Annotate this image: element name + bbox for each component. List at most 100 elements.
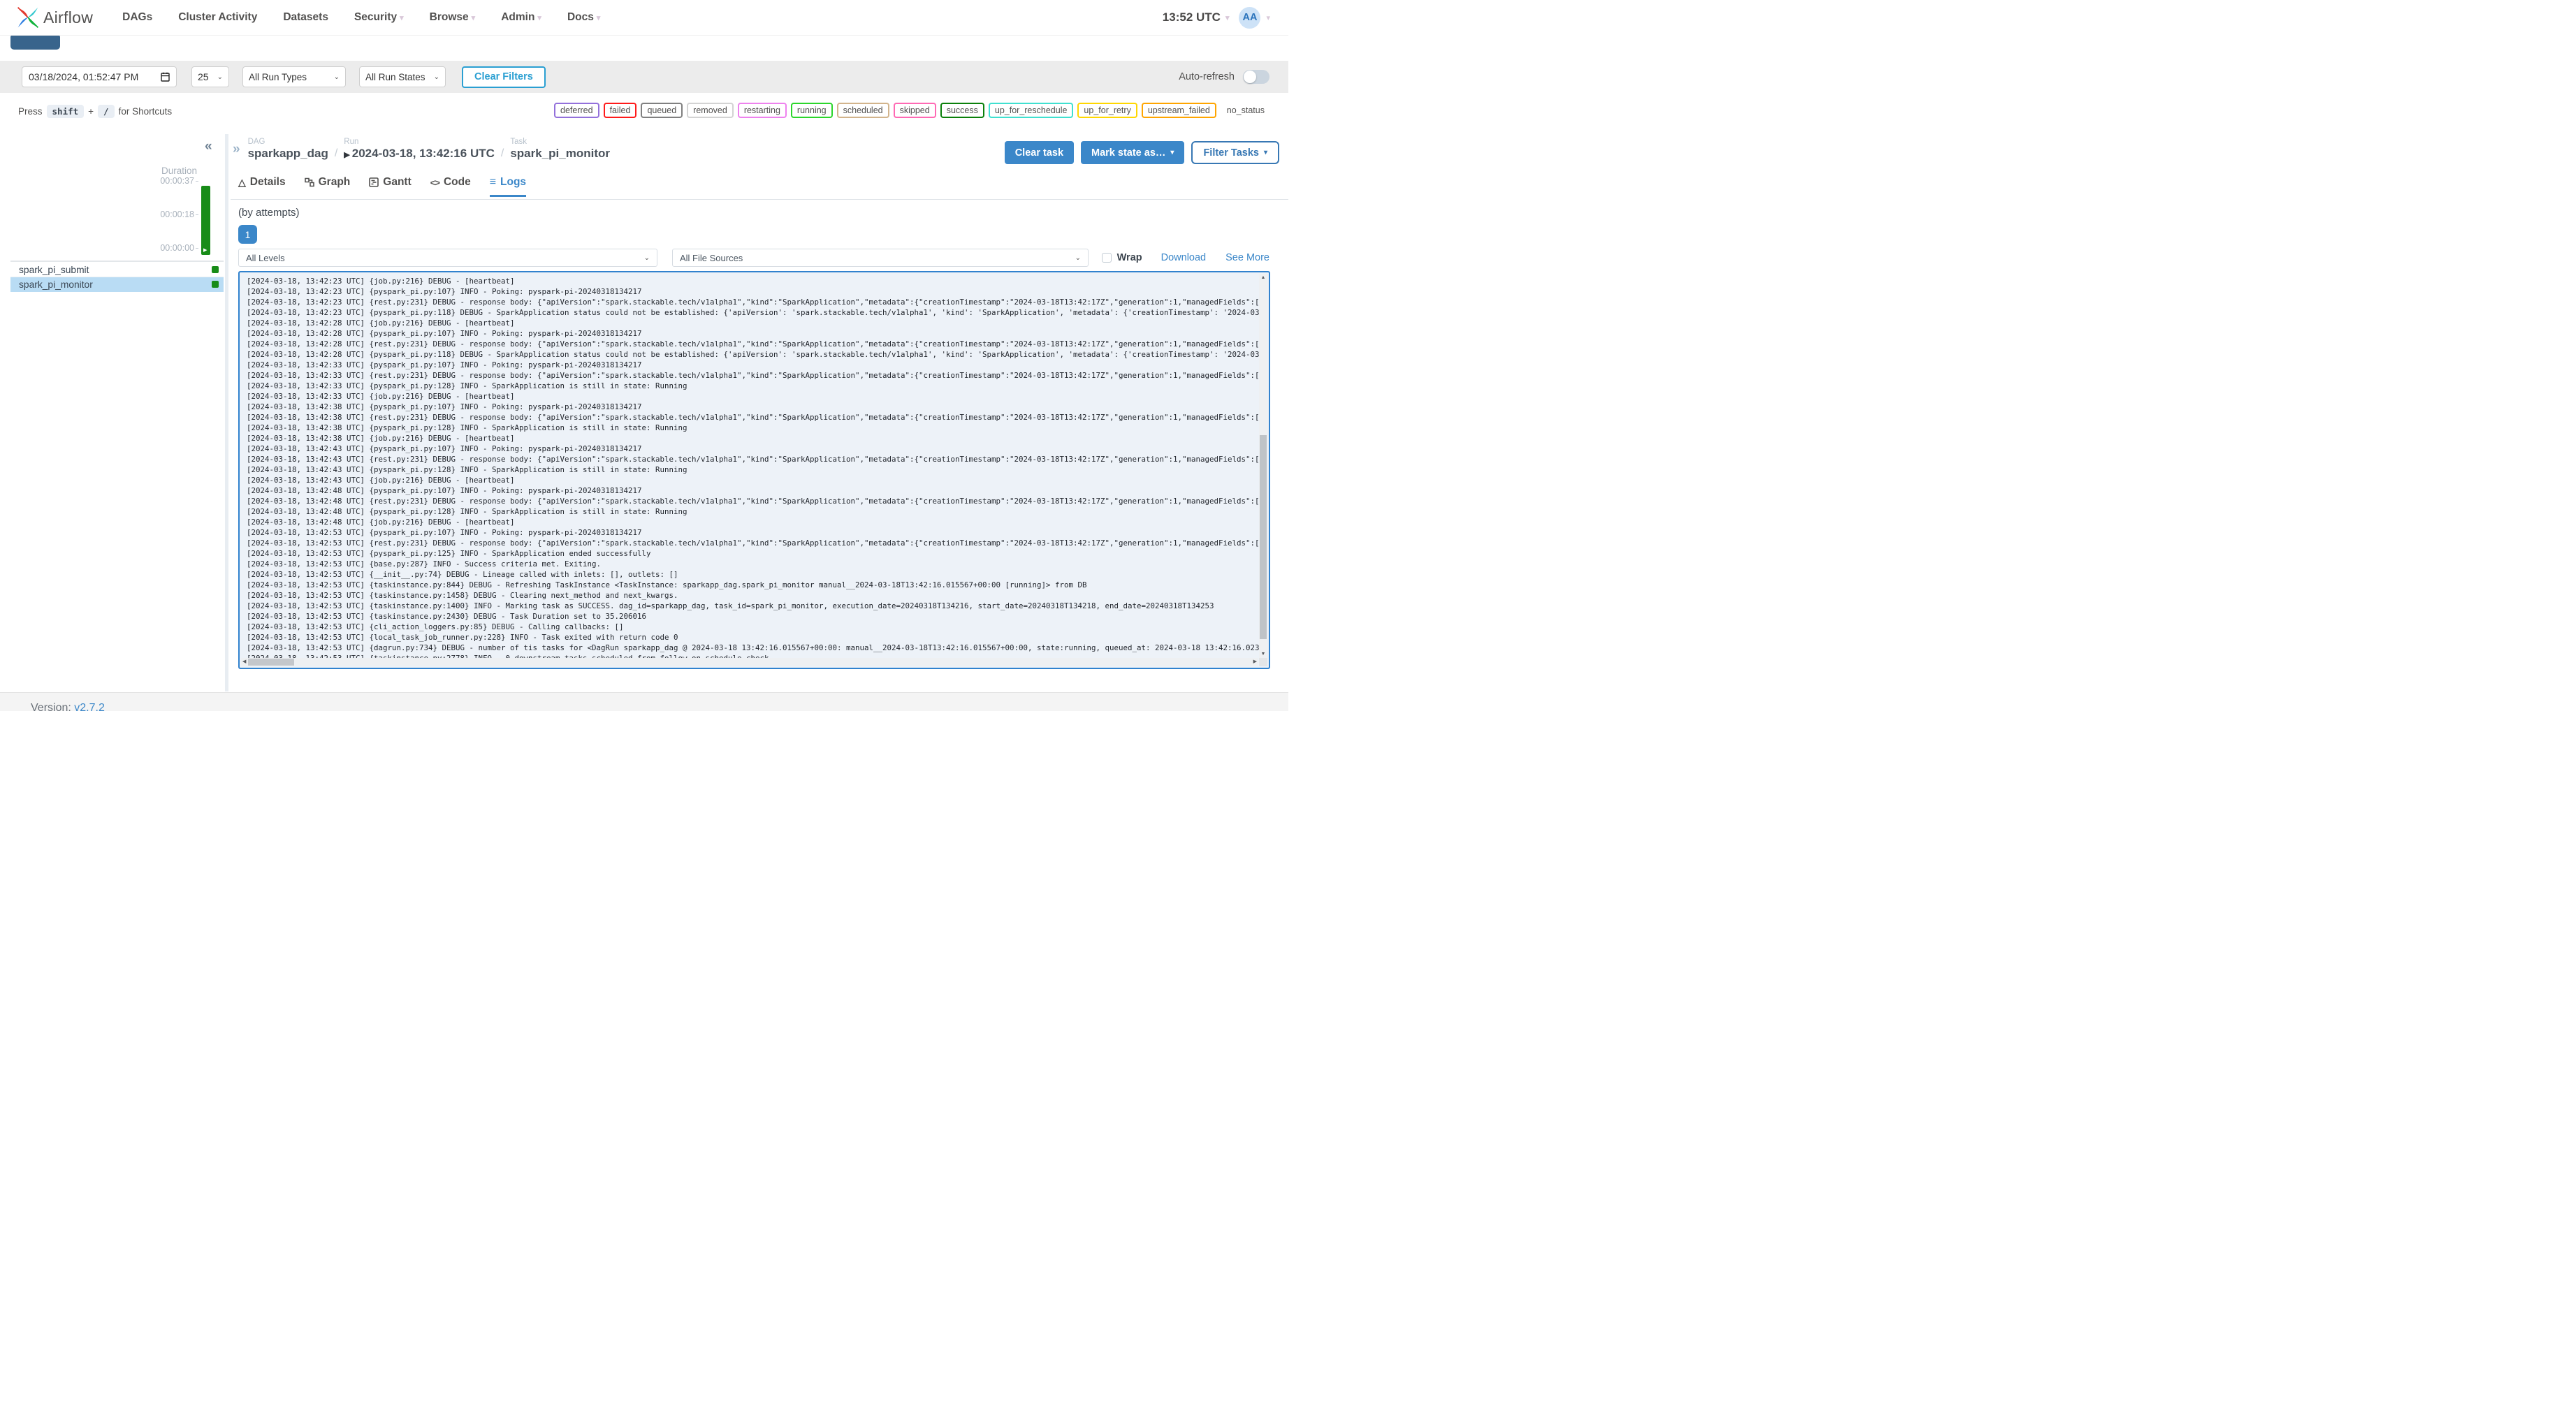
horizontal-scrollbar-thumb[interactable] [248,659,294,666]
duration-tick: 00:00:37 [0,176,198,186]
details-icon: △ [238,177,246,188]
file-sources-select[interactable]: All File Sources ⌄ [672,249,1089,267]
log-line: [2024-03-18, 13:42:48 UTC] {pyspark_pi.p… [247,486,642,495]
nav-dags[interactable]: DAGs [122,11,152,24]
scroll-right-icon[interactable]: ▶ [1253,658,1257,666]
state-badge[interactable]: removed [687,103,734,118]
tab-gantt[interactable]: Gantt [369,176,412,197]
state-badge[interactable]: queued [641,103,683,118]
nav-browse[interactable]: Browse ▾ [430,11,476,24]
nav-cluster-activity[interactable]: Cluster Activity [178,11,257,24]
task-row[interactable]: spark_pi_monitor [10,277,224,292]
log-viewer: [2024-03-18, 13:42:23 UTC] {job.py:216} … [238,271,1270,669]
log-line: [2024-03-18, 13:42:43 UTC] {job.py:216} … [247,476,515,485]
nav-docs[interactable]: Docs ▾ [567,11,600,24]
log-line: [2024-03-18, 13:42:53 UTC] {pyspark_pi.p… [247,549,651,558]
run-states-select[interactable]: All Run States ⌄ [359,66,446,87]
state-badge[interactable]: deferred [554,103,599,118]
log-line: [2024-03-18, 13:42:53 UTC] {taskinstance… [247,580,1087,589]
chevron-down-icon: ▾ [1225,13,1230,22]
log-line: [2024-03-18, 13:42:53 UTC] {cli_action_l… [247,622,624,631]
state-badge[interactable]: success [940,103,984,118]
task-status-square[interactable] [212,281,219,288]
log-line: [2024-03-18, 13:42:53 UTC] {base.py:287}… [247,559,602,569]
clear-task-button[interactable]: Clear task [1004,141,1075,164]
log-line: [2024-03-18, 13:42:53 UTC] {__init__.py:… [247,570,678,579]
clock-menu[interactable]: 13:52 UTC ▾ [1163,10,1230,24]
chevron-down-icon: ⌄ [433,73,439,81]
auto-refresh-toggle[interactable] [1243,70,1269,84]
chevron-down-icon: ▾ [471,13,476,22]
date-value: 03/18/2024, 01:52:47 PM [29,71,139,82]
task-row[interactable]: spark_pi_submit [10,263,224,277]
calendar-icon [161,72,170,82]
version-link[interactable]: v2.7.2 [74,702,105,711]
download-link[interactable]: Download [1161,252,1207,263]
vertical-scrollbar-thumb[interactable] [1260,435,1267,639]
tab-details[interactable]: △ Details [238,176,286,197]
chevron-down-icon: ⌄ [643,254,650,262]
run-types-select[interactable]: All Run Types ⌄ [242,66,346,87]
breadcrumb-task[interactable]: Task spark_pi_monitor [510,138,610,161]
auto-refresh-label: Auto-refresh [1179,71,1235,82]
chevron-down-icon: ⌄ [217,73,223,81]
chevron-down-icon: ▾ [1263,149,1267,156]
state-badge[interactable]: upstream_failed [1141,103,1216,118]
cutoff-button[interactable] [10,35,60,50]
breadcrumb-run[interactable]: Run ▶ 2024-03-18, 13:42:16 UTC [344,138,495,161]
duration-axis-label: Duration [161,166,197,176]
vertical-scrollbar[interactable]: ▲ ▼ [1259,274,1267,658]
user-menu[interactable]: AA ▾ [1239,6,1270,29]
log-levels-select[interactable]: All Levels ⌄ [238,249,657,267]
sidebar-collapse-button[interactable]: « [205,139,212,154]
horizontal-scrollbar[interactable]: ◀ ▶ [241,658,1258,666]
tab-logs[interactable]: ≡ Logs [489,176,527,197]
panel-splitter[interactable] [225,134,228,691]
scroll-left-icon[interactable]: ◀ [242,658,246,666]
tab-graph[interactable]: Graph [304,176,350,197]
toggle-knob [1244,71,1256,83]
date-input[interactable]: 03/18/2024, 01:52:47 PM [22,66,177,87]
scroll-down-icon[interactable]: ▼ [1259,652,1267,657]
breadcrumb-chevrons-icon[interactable]: » [233,142,240,157]
state-badge[interactable]: scheduled [836,103,889,118]
dag-run-duration-bar[interactable]: ▶ [201,186,210,255]
state-badge[interactable]: up_for_retry [1077,103,1137,118]
task-status-square[interactable] [212,266,219,273]
footer: Version: v2.7.2 [0,692,1288,711]
log-line: [2024-03-18, 13:42:28 UTC] {job.py:216} … [247,318,515,328]
breadcrumb-dag[interactable]: DAG sparkapp_dag [248,138,328,161]
state-badge[interactable]: restarting [737,103,787,118]
page-size-select[interactable]: 25 ⌄ [191,66,229,87]
chevron-down-icon: ▾ [1170,149,1174,156]
state-badge[interactable]: no_status [1220,103,1271,118]
main-nav: DAGs Cluster Activity Datasets Security ▾… [122,11,600,24]
log-line: [2024-03-18, 13:42:33 UTC] {pyspark_pi.p… [247,381,687,390]
gantt-icon [369,177,379,187]
airflow-logo[interactable]: Airflow [15,5,93,30]
state-badge[interactable]: running [790,103,833,118]
shift-key: shift [46,105,85,118]
filter-tasks-button[interactable]: Filter Tasks ▾ [1191,141,1279,164]
airflow-app: Airflow DAGs Cluster Activity Datasets S… [0,0,1288,711]
wrap-checkbox[interactable] [1101,253,1112,263]
clear-filters-button[interactable]: Clear Filters [462,66,546,88]
nav-security[interactable]: Security ▾ [354,11,404,24]
scroll-up-icon[interactable]: ▲ [1259,275,1267,280]
brand-text: Airflow [43,8,94,27]
log-line: [2024-03-18, 13:42:38 UTC] {job.py:216} … [247,434,515,443]
mark-state-button[interactable]: Mark state as… ▾ [1081,141,1185,164]
state-badge[interactable]: failed [603,103,637,118]
tab-code[interactable]: <> Code [430,176,471,197]
see-more-link[interactable]: See More [1225,252,1269,263]
filter-bar: 03/18/2024, 01:52:47 PM 25 ⌄ All Run Typ… [0,61,1288,93]
attempt-1-button[interactable]: 1 [238,225,257,244]
clock-value: 13:52 UTC [1162,10,1221,24]
state-badge[interactable]: up_for_reschedule [988,103,1074,118]
slash-key: / [98,105,115,118]
state-badge[interactable]: skipped [893,103,936,118]
nav-admin[interactable]: Admin ▾ [501,11,541,24]
log-line: [2024-03-18, 13:42:38 UTC] {rest.py:231}… [247,413,1259,422]
top-navbar: Airflow DAGs Cluster Activity Datasets S… [0,0,1288,36]
nav-datasets[interactable]: Datasets [283,11,328,24]
